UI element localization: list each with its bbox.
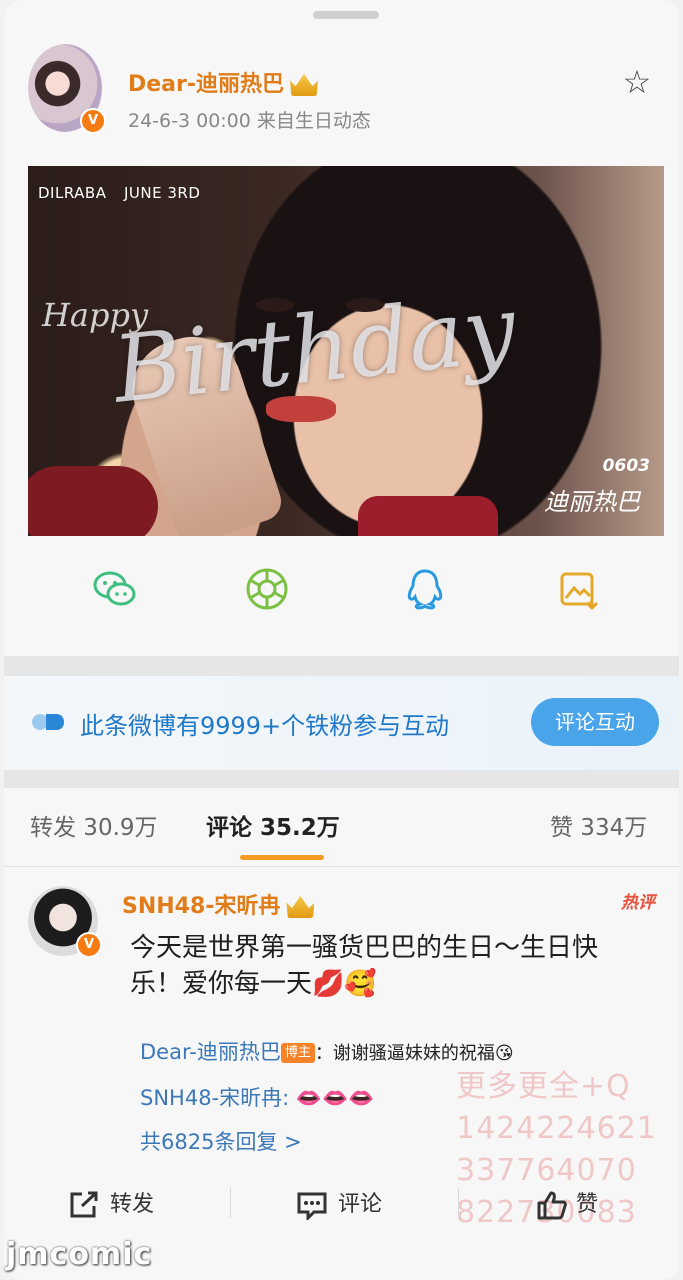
- tab-likes[interactable]: 赞 334万: [550, 808, 647, 842]
- author-name[interactable]: Dear-迪丽热巴: [128, 66, 319, 98]
- sheet-grabber[interactable]: [313, 11, 379, 19]
- repost-button[interactable]: 转发: [68, 1186, 154, 1220]
- section-divider: [4, 770, 679, 788]
- reply-author[interactable]: SNH48-宋昕冉:: [140, 1086, 289, 1110]
- comment-label: 评论: [338, 1192, 383, 1217]
- repost-label: 转发: [110, 1192, 155, 1217]
- post-tabs: 转发 30.9万 评论 35.2万 赞 334万: [4, 808, 679, 868]
- action-bar: 转发 评论 赞: [4, 1176, 679, 1232]
- commenter-name[interactable]: SNH48-宋昕冉: [122, 888, 315, 920]
- repost-icon: [70, 1191, 98, 1218]
- tab-comments[interactable]: 评论 35.2万: [206, 808, 340, 842]
- fans-banner-text: 此条微博有9999+个铁粉参与互动: [80, 712, 450, 740]
- fans-icon: [32, 714, 64, 730]
- site-logo: jmcomic: [6, 1237, 153, 1272]
- comment-icon: [297, 1192, 327, 1222]
- action-separator: [230, 1188, 231, 1218]
- comment-text[interactable]: 今天是世界第一骚货巴巴的生日～生日快乐！爱你每一天💋🥰: [130, 930, 630, 1002]
- watermark-line: 更多更全+Q: [456, 1069, 631, 1104]
- image-code: 0603: [602, 456, 650, 476]
- post-meta: 24-6-3 00:00 来自生日动态: [128, 110, 371, 132]
- image-tag-left: DILRABA: [38, 184, 107, 202]
- image-tag-right: JUNE 3RD: [124, 184, 201, 202]
- author-name-text[interactable]: Dear-迪丽热巴: [128, 72, 284, 97]
- share-row: [4, 566, 679, 616]
- like-label: 赞: [576, 1192, 599, 1217]
- commenter-name-text[interactable]: SNH48-宋昕冉: [122, 894, 280, 919]
- crown-icon: [290, 74, 319, 96]
- reply-text: ：谢谢骚逼妹妹的祝福😘: [314, 1043, 514, 1064]
- tab-repost[interactable]: 转发 30.9万: [30, 808, 158, 842]
- comment-interact-button[interactable]: 评论互动: [531, 698, 659, 746]
- image-sleeve: [28, 466, 158, 536]
- favorite-star-icon[interactable]: ☆: [619, 64, 655, 100]
- image-signature: 迪丽热巴: [544, 488, 640, 516]
- crown-icon: [286, 896, 315, 918]
- watermark-line: 1424224621: [456, 1111, 657, 1146]
- qq-icon[interactable]: [402, 566, 448, 612]
- thumbs-up-icon: [537, 1191, 567, 1220]
- like-button[interactable]: 赞: [536, 1186, 598, 1220]
- image-birthday-text: Birthday: [108, 275, 521, 424]
- active-tab-indicator: [240, 855, 324, 860]
- verified-badge: V: [80, 108, 106, 134]
- reply-text: 👄👄👄: [295, 1086, 375, 1110]
- post-sheet: V Dear-迪丽热巴 24-6-3 00:00 来自生日动态 ☆ DILRAB…: [4, 0, 679, 1280]
- fans-banner[interactable]: 此条微博有9999+个铁粉参与互动 评论互动: [4, 676, 679, 770]
- host-badge: 博主: [280, 1043, 315, 1063]
- moments-icon[interactable]: [244, 566, 290, 612]
- wechat-icon[interactable]: [92, 566, 138, 612]
- comment-button[interactable]: 评论: [296, 1186, 383, 1222]
- action-separator: [458, 1188, 459, 1218]
- image-dress: [358, 496, 498, 536]
- post-image[interactable]: DILRABA JUNE 3RD Happy Birthday 0603 迪丽热…: [28, 166, 664, 536]
- commenter-verified-badge: V: [76, 932, 102, 958]
- tabs-divider: [4, 866, 679, 867]
- save-image-icon[interactable]: [556, 566, 602, 612]
- section-divider: [4, 656, 679, 676]
- hot-comment-label: 热评: [621, 893, 655, 913]
- reply-author[interactable]: Dear-迪丽热巴: [140, 1040, 281, 1064]
